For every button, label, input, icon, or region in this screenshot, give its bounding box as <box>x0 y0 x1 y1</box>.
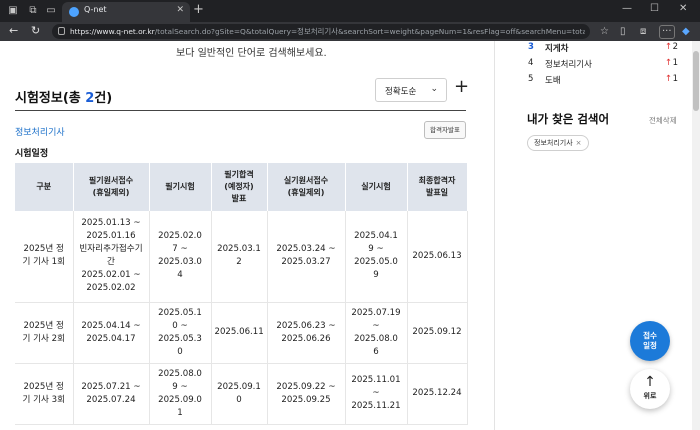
exam-schedule-table: 구분 필기원서접수 (휴일제외) 필기시험 필기합격 (예정자) 발표 실기원서… <box>15 163 468 425</box>
rank-up-arrow-icon: ↑ <box>664 58 672 68</box>
page-content: 보다 일반적인 단어로 검색해보세요. 시험정보(총 2건) 정확도순 ⌄ + … <box>0 41 700 430</box>
table-cell: 2025년 정 기 기사 3회 <box>15 363 74 425</box>
my-searches-title: 내가 찾은 검색어 <box>527 112 610 126</box>
tab-title: Q-net <box>84 5 107 14</box>
sort-select[interactable]: 정확도순 ⌄ <box>375 78 447 102</box>
chevron-down-icon: ⌄ <box>430 84 438 94</box>
scrollbar-thumb[interactable] <box>693 51 699 111</box>
rank-change: 2 <box>672 42 678 52</box>
recent-search-chip[interactable]: 정보처리기사 × <box>527 135 589 151</box>
table-cell: 2025.04.1 9 ~ 2025.05.0 9 <box>345 211 408 303</box>
tab-qnet[interactable]: Q-net ✕ <box>62 2 190 22</box>
sort-select-value: 정확도순 <box>385 87 417 97</box>
table-cell: 2025.06.11 <box>211 302 268 364</box>
table-cell: 2025.09.22 ~ 2025.09.25 <box>267 363 346 425</box>
table-header: 최종합격자 발표일 <box>407 163 468 211</box>
rank-up-arrow-icon: ↑ <box>664 74 672 84</box>
rank-number: 4 <box>528 58 534 68</box>
reload-icon[interactable]: ↻ <box>31 24 40 38</box>
table-cell: 2025.03.1 2 <box>211 211 268 303</box>
rank-number: 3 <box>528 42 534 52</box>
rank-item[interactable]: 4 정보처리기사 ↑ 1 <box>528 58 678 70</box>
copilot-icon[interactable]: ◆ <box>682 26 690 38</box>
table-cell: 2025.06.13 <box>407 211 468 303</box>
browser-toolbar: ← ↻ https://www.q-net.or.kr/totalSearch.… <box>0 22 700 41</box>
table-header: 필기합격 (예정자) 발표 <box>211 163 268 211</box>
cert-name-link[interactable]: 정보처리기사 <box>15 125 65 138</box>
back-icon[interactable]: ← <box>9 24 18 38</box>
table-cell: 2025.09.1 0 <box>211 363 268 425</box>
rank-term: 도배 <box>545 76 561 86</box>
table-cell: 2025.01.13 ~ 2025.01.16 빈자리추가접수기 간 2025.… <box>73 211 150 303</box>
rank-item[interactable]: 5 도배 ↑ 1 <box>528 74 678 86</box>
chip-label: 정보처리기사 <box>534 139 573 147</box>
page-scrollbar[interactable] <box>692 41 700 430</box>
rank-term: 지게차 <box>545 44 569 54</box>
table-header: 필기시험 <box>149 163 212 211</box>
workspaces-icon[interactable]: ⧉ <box>26 4 40 18</box>
table-header: 구분 <box>15 163 74 211</box>
tab-actions-icon[interactable]: ▭ <box>44 4 58 18</box>
favorites-star-icon[interactable]: ☆ <box>600 26 609 38</box>
expand-plus-icon[interactable]: + <box>454 77 469 97</box>
rank-change: 1 <box>672 74 678 84</box>
table-cell: 2025.11.01 ~ 2025.11.21 <box>345 363 408 425</box>
table-cell: 2025년 정 기 기사 2회 <box>15 302 74 364</box>
table-cell: 2025.02.0 7 ~ 2025.03.0 4 <box>149 211 212 303</box>
pass-announcement-button[interactable]: 합격자발표 <box>424 121 466 139</box>
settings-more-icon[interactable]: ··· <box>659 25 675 39</box>
new-tab-icon[interactable]: + <box>193 3 204 17</box>
table-cell: 2025.03.24 ~ 2025.03.27 <box>267 211 346 303</box>
table-header: 필기원서접수 (휴일제외) <box>73 163 150 211</box>
url-text: https://www.q-net.or.kr/totalSearch.do?g… <box>70 27 585 36</box>
schedule-title: 시험일정 <box>15 149 49 159</box>
result-count: 2 <box>85 91 95 106</box>
table-cell: 2025.12.24 <box>407 363 468 425</box>
rank-number: 5 <box>528 74 534 84</box>
table-row: 2025년 정 기 기사 3회 2025.07.21 ~ 2025.07.24 … <box>15 363 468 425</box>
table-row: 2025년 정 기 기사 1회 2025.01.13 ~ 2025.01.16 … <box>15 211 468 303</box>
table-cell: 2025.05.1 0 ~ 2025.05.3 0 <box>149 302 212 364</box>
clear-all-link[interactable]: 전체삭제 <box>649 115 677 126</box>
browser-tab-bar: ▣ ⧉ ▭ Q-net ✕ + — ☐ ✕ <box>0 0 700 22</box>
search-hint-text: 보다 일반적인 단어로 검색해보세요. <box>176 48 327 59</box>
scroll-top-button[interactable]: ↑ 위로 <box>630 369 670 409</box>
table-header: 실기원서접수 (휴일제외) <box>267 163 346 211</box>
table-header: 실기시험 <box>345 163 408 211</box>
table-header-row: 구분 필기원서접수 (휴일제외) 필기시험 필기합격 (예정자) 발표 실기원서… <box>15 163 468 211</box>
chip-close-icon[interactable]: × <box>576 139 582 147</box>
rank-item[interactable]: 3 지게차 ↑ 2 <box>528 42 678 54</box>
arrow-up-icon: ↑ <box>644 374 656 390</box>
browser-profile-icon[interactable]: ▣ <box>6 4 20 18</box>
qnet-favicon-icon <box>69 7 79 17</box>
table-cell: 2025.08.0 9 ~ 2025.09.0 1 <box>149 363 212 425</box>
lock-icon <box>58 27 65 35</box>
table-cell: 2025.04.14 ~ 2025.04.17 <box>73 302 150 364</box>
table-cell: 2025년 정 기 기사 1회 <box>15 211 74 303</box>
table-cell: 2025.07.21 ~ 2025.07.24 <box>73 363 150 425</box>
rank-up-arrow-icon: ↑ <box>664 42 672 52</box>
tab-close-icon[interactable]: ✕ <box>176 5 184 15</box>
scroll-top-label: 위로 <box>643 392 657 400</box>
exam-info-title: 시험정보(총 2건) <box>15 91 113 106</box>
table-cell: 2025.07.19 ~ 2025.08.0 6 <box>345 302 408 364</box>
table-row: 2025년 정 기 기사 2회 2025.04.14 ~ 2025.04.17 … <box>15 302 468 364</box>
address-bar[interactable]: https://www.q-net.or.kr/totalSearch.do?g… <box>52 24 590 39</box>
close-window-icon[interactable]: ✕ <box>679 3 687 14</box>
apply-schedule-button[interactable]: 접수 일정 <box>630 321 670 361</box>
split-screen-icon[interactable]: ▯ <box>620 26 626 38</box>
minimize-icon[interactable]: — <box>622 3 632 14</box>
rank-change: 1 <box>672 58 678 68</box>
rank-term: 정보처리기사 <box>545 60 592 70</box>
table-cell: 2025.06.23 ~ 2025.06.26 <box>267 302 346 364</box>
section-divider <box>15 110 466 111</box>
collections-icon[interactable]: ⧈ <box>640 26 646 38</box>
maximize-icon[interactable]: ☐ <box>650 3 659 14</box>
sidebar-divider <box>494 41 495 430</box>
table-cell: 2025.09.12 <box>407 302 468 364</box>
